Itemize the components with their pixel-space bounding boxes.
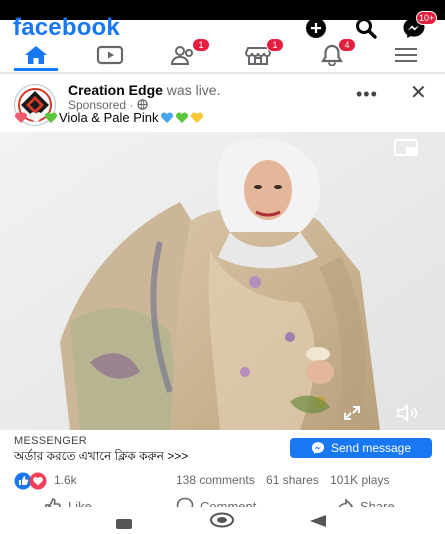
- notifications-badge: 4: [338, 38, 356, 52]
- hide-post-button[interactable]: ✕: [410, 80, 427, 105]
- reaction-count[interactable]: 1.6k: [54, 473, 77, 487]
- caption-text: Viola & Pale Pink: [59, 110, 159, 125]
- messenger-icon: [311, 442, 325, 454]
- fullscreen-icon[interactable]: [342, 404, 362, 427]
- menu-icon: [395, 48, 417, 62]
- cta-label: MESSENGER: [14, 435, 87, 447]
- live-video-player[interactable]: [0, 132, 445, 430]
- yellow-heart-icon: [190, 111, 203, 123]
- triangle-back-icon: [310, 515, 326, 527]
- post-author[interactable]: Creation Edge was live.: [68, 82, 220, 98]
- back-button[interactable]: [310, 514, 326, 532]
- active-tab-indicator: [14, 68, 58, 71]
- love-reaction-icon: [29, 472, 47, 490]
- divider: [0, 72, 445, 74]
- reaction-icons[interactable]: [14, 472, 47, 490]
- blue-heart-icon: [160, 111, 173, 123]
- circle-icon: [210, 512, 234, 528]
- comments-count[interactable]: 138 comments: [176, 473, 255, 487]
- cta-text: অর্ডার করতে এখানে ক্লিক করুন >>>: [14, 449, 189, 463]
- tab-bar: 1 1 4: [0, 38, 445, 72]
- tab-watch[interactable]: [80, 40, 140, 70]
- comment-button[interactable]: Comment: [176, 497, 256, 507]
- volume-icon[interactable]: [396, 404, 422, 427]
- share-button[interactable]: Share: [336, 497, 395, 507]
- friends-badge: 1: [192, 38, 210, 52]
- video-icon: [96, 45, 124, 65]
- comment-label: Comment: [200, 498, 257, 508]
- page-name[interactable]: Creation Edge: [68, 82, 163, 98]
- more-options-button[interactable]: •••: [356, 84, 378, 105]
- engagement-row: 1.6k 138 comments 61 shares 101K plays: [0, 470, 445, 490]
- thumbs-up-icon: [45, 498, 61, 507]
- send-message-button[interactable]: Send message: [290, 438, 432, 458]
- share-icon: [338, 498, 354, 507]
- picture-in-picture-icon[interactable]: [394, 138, 420, 163]
- like-label: Like: [68, 498, 92, 508]
- post-header: Creation Edge was live. Sponsored · ••• …: [0, 76, 445, 134]
- tab-notifications[interactable]: 4: [302, 38, 362, 70]
- tab-home[interactable]: [6, 40, 66, 70]
- system-nav-bar: [0, 507, 445, 534]
- live-status: was live.: [162, 82, 221, 98]
- comment-icon: [176, 497, 194, 507]
- recent-apps-button[interactable]: [116, 516, 132, 534]
- globe-icon: [136, 99, 148, 110]
- home-button[interactable]: [209, 512, 235, 533]
- plays-count: 101K plays: [330, 473, 390, 487]
- green-heart-icon: [175, 111, 188, 123]
- marketplace-badge: 1: [266, 38, 284, 52]
- send-message-label: Send message: [330, 441, 412, 455]
- green-heart-icon: [44, 111, 58, 123]
- tab-menu[interactable]: [376, 40, 436, 70]
- pink-heart-icon: [14, 111, 28, 123]
- video-frame: [0, 132, 445, 430]
- post-actions: Like Comment Share: [0, 495, 445, 507]
- messenger-icon[interactable]: 10+: [402, 11, 438, 39]
- tab-friends[interactable]: 1: [154, 38, 214, 70]
- like-button[interactable]: Like: [44, 497, 92, 507]
- search-icon[interactable]: [354, 17, 378, 39]
- post-caption: Viola & Pale Pink: [14, 110, 204, 125]
- messenger-badge: 10+: [416, 11, 438, 25]
- shares-count[interactable]: 61 shares: [266, 473, 319, 487]
- home-icon: [25, 46, 47, 64]
- post-stats: 138 comments 61 shares 101K plays: [176, 473, 397, 487]
- white-heart-icon: [29, 111, 43, 123]
- square-icon: [116, 519, 132, 529]
- share-label: Share: [360, 498, 395, 508]
- facebook-logo[interactable]: facebook: [13, 14, 120, 42]
- messenger-cta: MESSENGER অর্ডার করতে এখানে ক্লিক করুন >…: [0, 432, 445, 463]
- tab-marketplace[interactable]: 1: [228, 38, 288, 70]
- create-post-icon[interactable]: [304, 17, 328, 39]
